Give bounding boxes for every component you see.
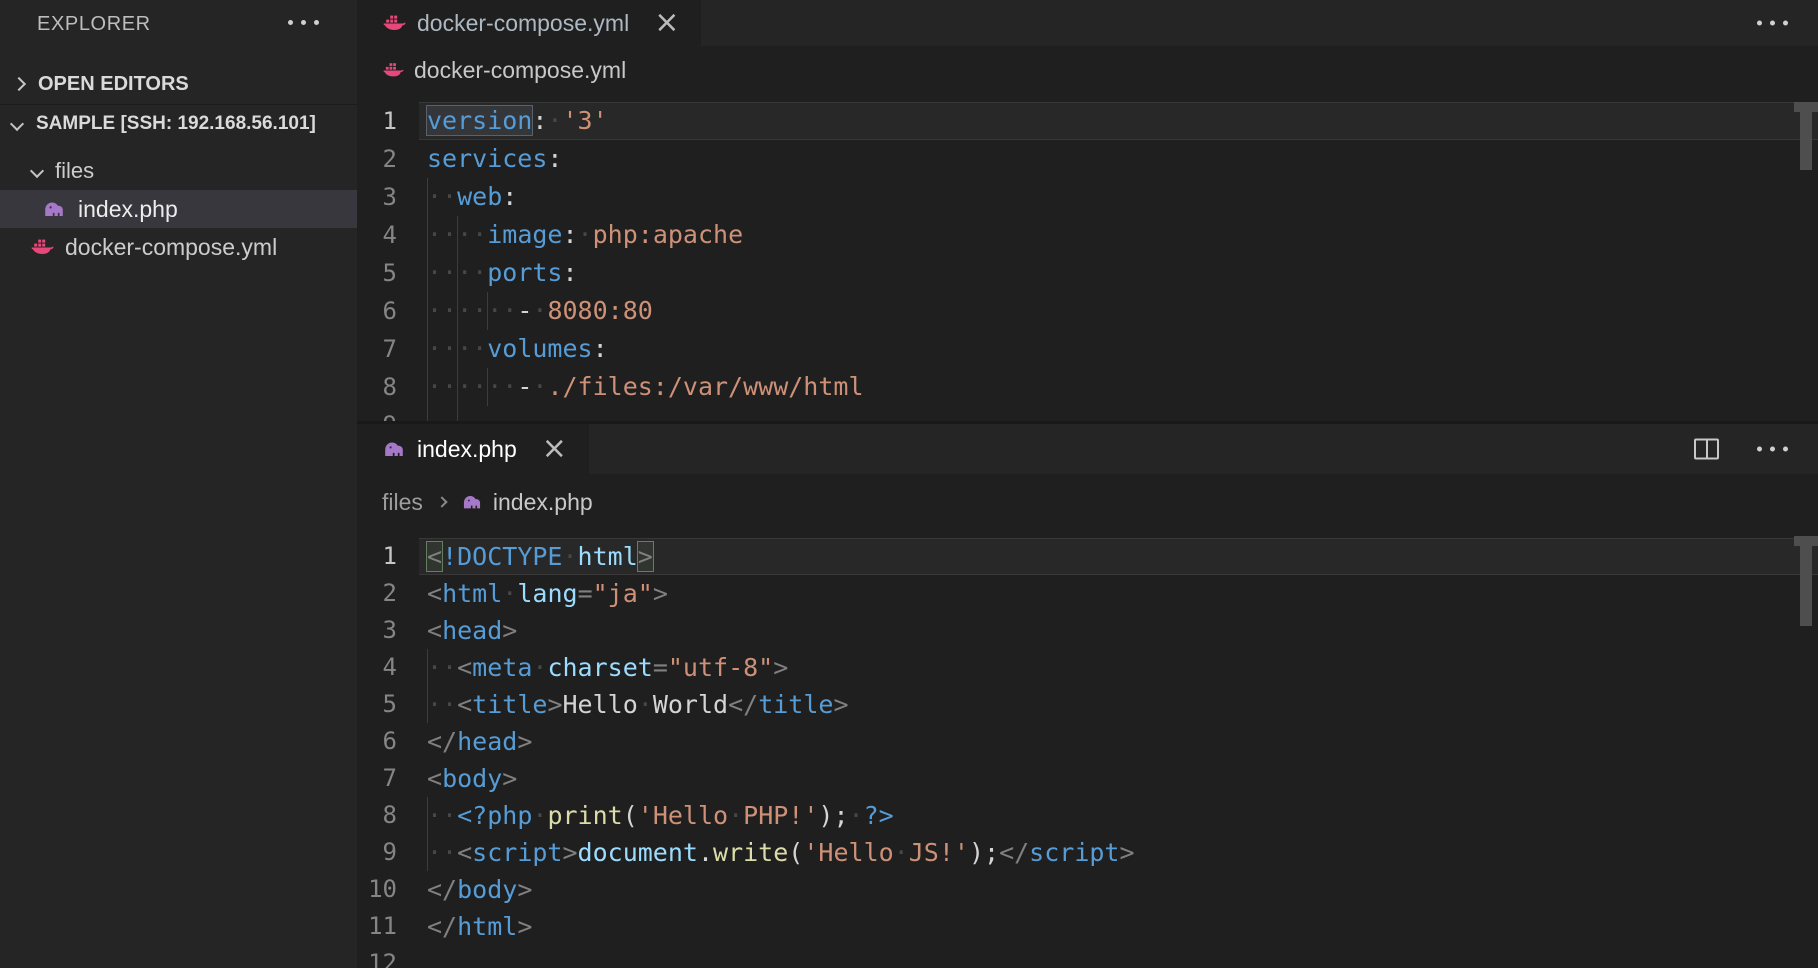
code-area-yaml[interactable]: 1version:·'3'2services:3··web:4····image…: [357, 94, 1818, 421]
line-number: 5: [357, 686, 397, 723]
indent-guide: [457, 406, 458, 421]
line-number: 11: [357, 908, 397, 945]
tree-item-index-php[interactable]: index.php: [0, 190, 357, 228]
tab-index-php[interactable]: index.php ×: [357, 424, 590, 474]
code-line-7[interactable]: 7····volumes:: [357, 330, 1818, 368]
tree-item-docker-compose[interactable]: docker-compose.yml: [0, 228, 357, 266]
indent-guide: [427, 406, 428, 421]
breadcrumb-folder[interactable]: files: [382, 489, 423, 516]
workspace-section[interactable]: SAMPLE [SSH: 192.168.56.101]: [0, 104, 357, 142]
split-editor-icon[interactable]: [1694, 439, 1719, 460]
scrollbar-thumb[interactable]: [1800, 546, 1812, 626]
line-number: 12: [357, 945, 397, 968]
code-line-7[interactable]: 7<body>: [357, 760, 1818, 797]
scrollbar-thumb[interactable]: [1794, 102, 1818, 112]
code-area-php[interactable]: 1<!DOCTYPE·html>2<html·lang="ja">3<head>…: [357, 530, 1818, 968]
line-number: 6: [357, 292, 397, 330]
editor-group-top: docker-compose.yml × docker-compose.yml …: [357, 0, 1818, 421]
line-number: 3: [357, 178, 397, 216]
file-label: index.php: [78, 196, 178, 223]
php-elephant-icon: [461, 491, 483, 513]
line-number: 8: [357, 797, 397, 834]
tabbar-bottom: index.php ×: [357, 424, 1818, 474]
line-number: 1: [357, 102, 397, 140]
docker-whale-icon: [30, 235, 54, 259]
code-line-3[interactable]: 3<head>: [357, 612, 1818, 649]
code-line-4[interactable]: 4··<meta·charset="utf-8">: [357, 649, 1818, 686]
code-line-5[interactable]: 5····ports:: [357, 254, 1818, 292]
breadcrumb-bottom[interactable]: files index.php: [357, 474, 1818, 530]
code-line-6[interactable]: 6······-·8080:80: [357, 292, 1818, 330]
line-number: 7: [357, 760, 397, 797]
code-line-1[interactable]: 1version:·'3': [357, 102, 1818, 140]
php-elephant-icon: [382, 437, 406, 461]
line-number: 2: [357, 575, 397, 612]
line-number: 3: [357, 612, 397, 649]
line-number: 7: [357, 330, 397, 368]
close-icon[interactable]: ×: [542, 434, 567, 464]
line-number: 6: [357, 723, 397, 760]
code-line-9[interactable]: 9: [357, 406, 1818, 421]
code-line-9[interactable]: 9··<script>document.write('Hello·JS!');<…: [357, 834, 1818, 871]
docker-whale-icon: [382, 59, 404, 81]
line-number: 9: [357, 834, 397, 871]
chevron-right-icon: [12, 77, 26, 91]
code-line-5[interactable]: 5··<title>Hello·World</title>: [357, 686, 1818, 723]
code-line-11[interactable]: 11</html>: [357, 908, 1818, 945]
line-number: 1: [357, 538, 397, 575]
explorer-title: EXPLORER: [37, 13, 151, 36]
editor-group-bottom: index.php × files index.php 1<!DOCTYPE·h…: [357, 421, 1818, 968]
code-line-8[interactable]: 8······-·./files:/var/www/html: [357, 368, 1818, 406]
code-line-8[interactable]: 8··<?php·print('Hello·PHP!');·?>: [357, 797, 1818, 834]
more-actions-icon[interactable]: [1757, 447, 1788, 452]
code-line-12[interactable]: 12: [357, 945, 1818, 968]
line-number: 4: [357, 216, 397, 254]
chevron-down-icon: [30, 164, 44, 178]
line-number: 9: [357, 406, 397, 421]
file-label: docker-compose.yml: [65, 234, 277, 261]
open-editors-label: OPEN EDITORS: [38, 73, 189, 96]
breadcrumb-file: index.php: [493, 489, 593, 516]
line-number: 5: [357, 254, 397, 292]
scrollbar-thumb[interactable]: [1794, 536, 1818, 546]
folder-label: files: [55, 158, 94, 184]
code-line-4[interactable]: 4····image:·php:apache: [357, 216, 1818, 254]
tab-label: docker-compose.yml: [417, 10, 629, 37]
chevron-down-icon: [10, 116, 24, 130]
scrollbar-thumb[interactable]: [1800, 112, 1812, 170]
chevron-right-icon: [436, 496, 447, 507]
code-line-2[interactable]: 2<html·lang="ja">: [357, 575, 1818, 612]
open-editors-section[interactable]: OPEN EDITORS: [0, 65, 357, 103]
docker-whale-icon: [382, 11, 406, 35]
tab-docker-compose[interactable]: docker-compose.yml ×: [357, 0, 702, 46]
tab-label: index.php: [417, 436, 517, 463]
php-elephant-icon: [42, 197, 66, 221]
breadcrumb-file: docker-compose.yml: [414, 57, 626, 84]
tabbar-top: docker-compose.yml ×: [357, 0, 1818, 46]
explorer-more-actions-icon[interactable]: [288, 20, 319, 25]
line-number: 4: [357, 649, 397, 686]
breadcrumb-top[interactable]: docker-compose.yml: [357, 46, 1818, 94]
workspace-label: SAMPLE [SSH: 192.168.56.101]: [36, 113, 316, 135]
code-line-3[interactable]: 3··web:: [357, 178, 1818, 216]
more-actions-icon[interactable]: [1757, 21, 1788, 26]
close-icon[interactable]: ×: [654, 8, 679, 38]
tree-item-files-folder[interactable]: files: [0, 152, 357, 190]
line-number: 10: [357, 871, 397, 908]
code-line-2[interactable]: 2services:: [357, 140, 1818, 178]
explorer-sidebar: EXPLORER OPEN EDITORS SAMPLE [SSH: 192.1…: [0, 0, 357, 968]
code-line-10[interactable]: 10</body>: [357, 871, 1818, 908]
code-line-1[interactable]: 1<!DOCTYPE·html>: [357, 538, 1818, 575]
line-number: 8: [357, 368, 397, 406]
line-number: 2: [357, 140, 397, 178]
code-line-6[interactable]: 6</head>: [357, 723, 1818, 760]
